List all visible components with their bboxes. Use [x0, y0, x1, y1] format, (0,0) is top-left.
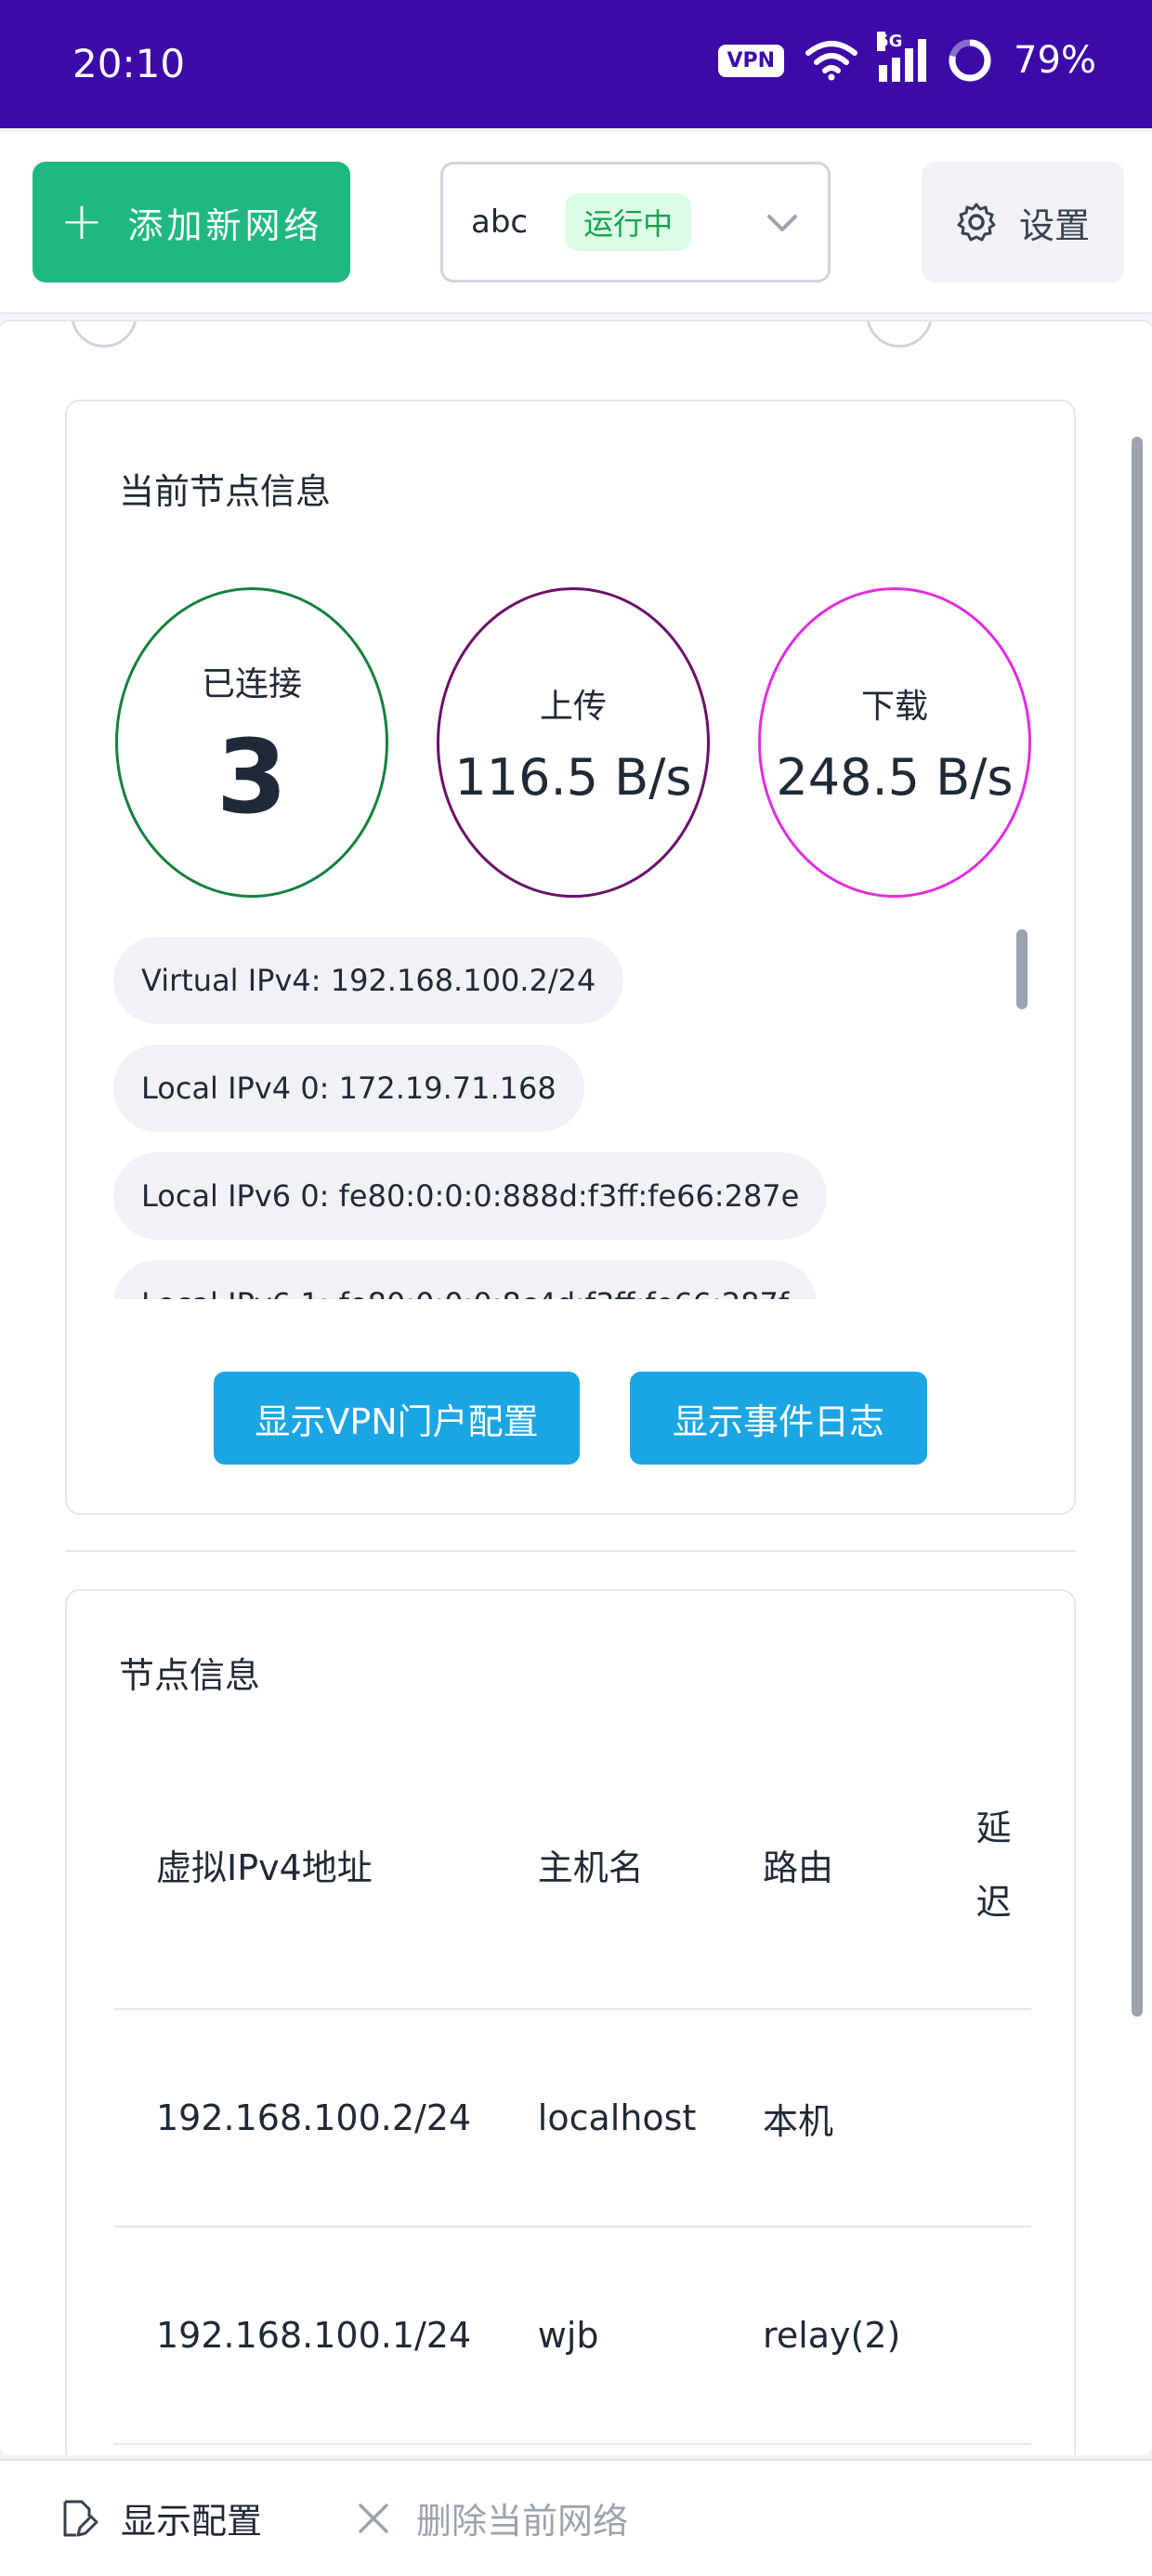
scrollbar[interactable] — [1132, 437, 1143, 2017]
network-name: abc — [471, 204, 529, 241]
upload-stat: 上传 116.5 B/s — [437, 587, 710, 898]
download-stat: 下载 248.5 B/s — [758, 587, 1031, 898]
vpn-icon: VPN — [717, 44, 785, 77]
add-network-label: 添加新网络 — [127, 204, 323, 246]
connected-stat: 已连接 3 — [115, 587, 388, 898]
upload-label: 上传 — [539, 687, 607, 726]
plus-icon: + — [59, 191, 108, 252]
col-hostname: 主机名 — [494, 1721, 721, 2010]
ip-chip: Local IPv6 1: fe80:0:0:0:8c4d:f3ff:fe66:… — [113, 1260, 818, 1299]
download-label: 下载 — [860, 687, 928, 726]
gear-icon — [957, 203, 996, 242]
status-icons: VPN 5G 79% — [717, 32, 1096, 84]
add-network-button[interactable]: + 添加新网络 — [33, 162, 350, 283]
battery-level: 79% — [1014, 39, 1096, 82]
battery-icon — [949, 39, 991, 82]
table-row: 192.168.100.2/24 localhost 本机 — [113, 2009, 1031, 2228]
ip-chip: Local IPv4 0: 172.19.71.168 — [113, 1045, 584, 1132]
ip-chip: Virtual IPv4: 192.168.100.2/24 — [113, 937, 624, 1024]
peers-table: 虚拟IPv4地址 主机名 路由 延迟 192.168.100.2/24 loca… — [113, 1721, 1031, 2445]
ip-list-scrollbar[interactable] — [1016, 929, 1028, 1009]
top-toolbar: + 添加新网络 abc 运行中 设置 — [0, 132, 1152, 314]
delete-network-label: 删除当前网络 — [416, 2501, 629, 2542]
connected-count: 3 — [216, 717, 288, 836]
network-select[interactable]: abc 运行中 — [440, 162, 831, 283]
connected-label: 已连接 — [201, 665, 302, 703]
current-node-title: 当前节点信息 — [119, 471, 332, 512]
peers-title: 节点信息 — [119, 1655, 261, 1696]
cell-route: 本机 — [720, 2009, 934, 2228]
cell-latency — [933, 2227, 1031, 2445]
chevron-down-icon — [767, 215, 797, 231]
upload-value: 116.5 B/s — [454, 747, 692, 807]
show-vpn-portal-button[interactable]: 显示VPN门户配置 — [214, 1372, 580, 1465]
edit-document-icon — [63, 2500, 98, 2536]
col-route: 路由 — [720, 1721, 934, 2010]
divider — [65, 1550, 1076, 1552]
cell-latency — [933, 2009, 1031, 2228]
peers-card: 节点信息 虚拟IPv4地址 主机名 路由 延迟 192.168.100.2/24… — [65, 1589, 1076, 2455]
ip-chip: Local IPv6 0: fe80:0:0:0:888d:f3ff:fe66:… — [113, 1152, 828, 1240]
clock: 20:10 — [72, 41, 186, 86]
wifi-icon — [805, 41, 858, 81]
cell-route: relay(2) — [720, 2227, 934, 2445]
cell-ip: 192.168.100.1/24 — [113, 2227, 495, 2445]
show-event-log-button[interactable]: 显示事件日志 — [630, 1372, 927, 1465]
main-content[interactable]: 当前节点信息 已连接 3 上传 116.5 B/s 下载 248.5 B/s V… — [0, 320, 1152, 2455]
partial-icon-left — [71, 322, 137, 348]
partial-icon-right — [866, 322, 933, 348]
cell-ip: 192.168.100.2/24 — [113, 2009, 495, 2228]
status-badge: 运行中 — [565, 193, 692, 251]
delete-network-button[interactable]: 删除当前网络 — [353, 2492, 628, 2543]
current-node-card: 当前节点信息 已连接 3 上传 116.5 B/s 下载 248.5 B/s V… — [65, 400, 1076, 1515]
col-virtual-ip: 虚拟IPv4地址 — [113, 1721, 495, 2010]
status-bar: 20:10 VPN 5G 79% — [0, 0, 1152, 128]
cell-hostname: localhost — [494, 2009, 721, 2228]
close-icon — [359, 2503, 388, 2533]
signal-icon: 5G — [877, 32, 927, 82]
bottom-bar: 显示配置 删除当前网络 — [0, 2459, 1152, 2576]
download-value: 248.5 B/s — [776, 747, 1014, 807]
show-config-button[interactable]: 显示配置 — [58, 2492, 262, 2543]
ip-list[interactable]: Virtual IPv4: 192.168.100.2/24 Local IPv… — [113, 937, 1042, 1299]
settings-label: 设置 — [1018, 204, 1090, 246]
cell-hostname: wjb — [494, 2227, 721, 2445]
settings-button[interactable]: 设置 — [922, 162, 1124, 283]
show-config-label: 显示配置 — [121, 2501, 263, 2542]
table-row: 192.168.100.1/24 wjb relay(2) — [113, 2227, 1031, 2445]
col-latency: 延迟 — [933, 1721, 1031, 2010]
